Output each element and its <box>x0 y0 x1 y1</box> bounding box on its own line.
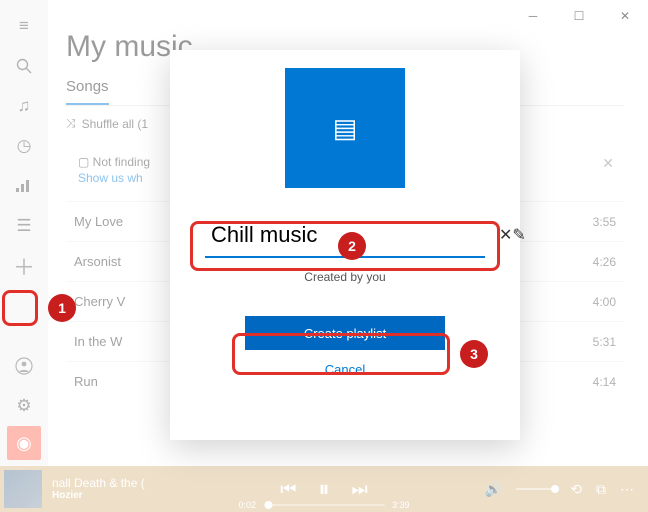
playlist-name-input[interactable] <box>211 222 499 248</box>
playlist-name-row: ✕ ✎ <box>205 214 485 258</box>
clear-name-icon[interactable]: ✕ <box>499 225 512 245</box>
create-playlist-button[interactable]: Create playlist <box>245 316 445 350</box>
create-playlist-dialog: ▤ ✕ ✎ Created by you Create playlist Can… <box>170 50 520 440</box>
created-by-label: Created by you <box>304 270 385 284</box>
edit-name-icon[interactable]: ✎ <box>512 225 525 245</box>
cancel-button[interactable]: Cancel <box>325 362 365 377</box>
playlist-cover[interactable]: ▤ <box>285 68 405 188</box>
playlist-icon: ▤ <box>333 113 358 144</box>
